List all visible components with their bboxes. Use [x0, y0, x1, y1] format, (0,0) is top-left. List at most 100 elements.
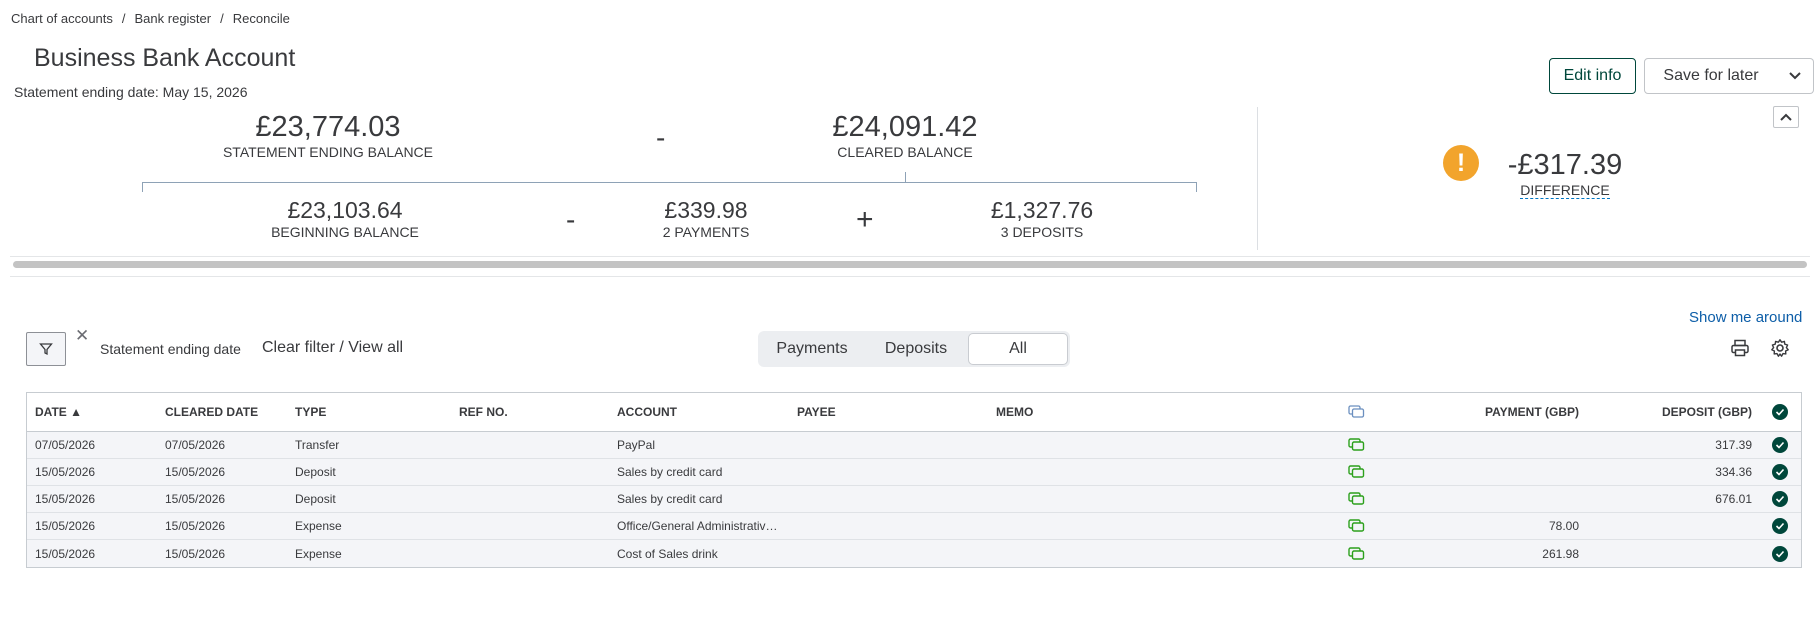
check-icon: [1771, 518, 1788, 534]
tab-all[interactable]: All: [968, 333, 1068, 365]
difference-label[interactable]: DIFFERENCE: [1520, 182, 1610, 199]
check-icon: [1771, 545, 1788, 562]
row-cleared-checkbox[interactable]: [1758, 491, 1801, 507]
row-cleared-date: 15/05/2026: [165, 465, 226, 479]
breadcrumb-chart-of-accounts[interactable]: Chart of accounts: [11, 11, 113, 26]
row-deposit: 676.01: [1715, 492, 1752, 506]
row-account: Sales by credit card: [617, 492, 723, 506]
column-header-cleared-date[interactable]: CLEARED DATE: [157, 405, 287, 419]
summary-bracket-left: [142, 182, 143, 192]
column-header-ref-no[interactable]: REF NO.: [451, 405, 609, 419]
gear-icon[interactable]: [1770, 338, 1790, 363]
row-cleared-date: 07/05/2026: [165, 438, 226, 452]
deposits-total-value: £1,327.76: [990, 197, 1094, 223]
row-cleared-checkbox[interactable]: [1758, 464, 1801, 480]
row-account: Cost of Sales drink: [617, 546, 718, 561]
clear-filter-link[interactable]: Clear filter / View all: [262, 339, 403, 357]
column-header-copy: [1325, 405, 1387, 419]
beginning-balance-value: £23,103.64: [287, 197, 403, 223]
row-account: PayPal: [617, 438, 656, 452]
filter-button[interactable]: [26, 332, 66, 366]
row-payment: 261.98: [1542, 546, 1579, 561]
statement-ending-balance-label: STATEMENT ENDING BALANCE: [222, 144, 434, 160]
page-title: Business Bank Account: [34, 44, 296, 72]
minus-operator: -: [566, 204, 576, 235]
column-header-account[interactable]: ACCOUNT: [609, 405, 789, 419]
transactions-table: DATE ▲ CLEARED DATE TYPE REF NO. ACCOUNT…: [26, 392, 1802, 568]
row-cleared-date: 15/05/2026: [165, 546, 226, 561]
summary-bracket-right: [1196, 182, 1197, 192]
breadcrumb: Chart of accounts / Bank register / Reconcil…: [11, 11, 290, 26]
copy-icon: [1347, 519, 1364, 532]
table-row[interactable]: 15/05/2026 15/05/2026 Deposit Sales by c…: [27, 486, 1801, 513]
copy-icon: [1347, 546, 1364, 560]
remove-filter-close-icon[interactable]: ✕: [75, 326, 89, 346]
row-open-transaction[interactable]: [1325, 492, 1387, 506]
collapse-summary-button[interactable]: [1773, 106, 1799, 128]
copy-icon: [1347, 438, 1364, 451]
column-header-payment[interactable]: PAYMENT (GBP): [1387, 405, 1585, 419]
row-date: 07/05/2026: [35, 438, 96, 452]
row-type: Expense: [295, 546, 342, 561]
horizontal-scrollbar[interactable]: [13, 261, 1807, 268]
column-header-type[interactable]: TYPE: [287, 405, 451, 419]
table-row[interactable]: 07/05/2026 07/05/2026 Transfer PayPal 31…: [27, 432, 1801, 459]
column-header-memo[interactable]: MEMO: [988, 405, 1325, 419]
column-header-select-all[interactable]: [1758, 404, 1801, 420]
copy-icon: [1347, 492, 1364, 505]
print-icon[interactable]: [1730, 338, 1750, 363]
check-icon: [1771, 437, 1788, 453]
edit-info-button[interactable]: Edit info: [1549, 58, 1636, 94]
breadcrumb-separator: /: [121, 11, 126, 26]
cleared-balance: £24,091.42 CLEARED BALANCE: [805, 110, 1005, 160]
deposits-total: £1,327.76 3 DEPOSITS: [972, 196, 1112, 240]
tab-deposits[interactable]: Deposits: [864, 333, 968, 365]
row-open-transaction[interactable]: [1325, 546, 1387, 561]
copy-icon: [1347, 465, 1364, 478]
row-date: 15/05/2026: [35, 492, 96, 506]
table-row[interactable]: 15/05/2026 15/05/2026 Deposit Sales by c…: [27, 459, 1801, 486]
cleared-balance-value: £24,091.42: [832, 111, 978, 143]
statement-ending-date: Statement ending date: May 15, 2026: [14, 84, 248, 100]
summary-bracket-center: [905, 172, 906, 182]
summary-bracket: [142, 182, 1197, 183]
summary-divider: [1257, 107, 1258, 250]
divider: [10, 276, 1810, 277]
row-open-transaction[interactable]: [1325, 465, 1387, 479]
table-row[interactable]: 15/05/2026 15/05/2026 Expense Cost of Sa…: [27, 540, 1801, 567]
column-header-date[interactable]: DATE ▲: [27, 405, 157, 419]
column-header-payee[interactable]: PAYEE: [789, 405, 988, 419]
filter-icon: [39, 343, 53, 356]
row-payment: 78.00: [1548, 519, 1579, 533]
row-cleared-checkbox[interactable]: [1758, 518, 1801, 534]
check-icon: [1771, 404, 1788, 420]
row-account: Office/General Administrativ…: [617, 519, 778, 533]
show-me-around-link[interactable]: Show me around: [1689, 309, 1802, 326]
breadcrumb-bank-register[interactable]: Bank register: [135, 11, 212, 26]
difference: -£317.39 DIFFERENCE: [1505, 148, 1625, 200]
plus-operator: +: [856, 203, 874, 236]
row-cleared-date: 15/05/2026: [165, 492, 226, 506]
row-type: Expense: [295, 519, 342, 533]
payments-total-label: 2 PAYMENTS: [662, 224, 750, 240]
tab-payments[interactable]: Payments: [760, 333, 864, 365]
row-cleared-checkbox[interactable]: [1758, 545, 1801, 562]
row-open-transaction[interactable]: [1325, 519, 1387, 533]
payments-total-value: £339.98: [664, 197, 748, 223]
beginning-balance-label: BEGINNING BALANCE: [271, 224, 419, 240]
row-cleared-date: 15/05/2026: [165, 519, 226, 533]
check-icon: [1771, 464, 1788, 480]
save-for-later-button[interactable]: Save for later: [1644, 58, 1778, 94]
row-open-transaction[interactable]: [1325, 438, 1387, 452]
column-header-deposit[interactable]: DEPOSIT (GBP): [1585, 405, 1758, 419]
table-row[interactable]: 15/05/2026 15/05/2026 Expense Office/Gen…: [27, 513, 1801, 540]
save-options-dropdown[interactable]: [1777, 58, 1814, 94]
statement-ending-balance-value: £23,774.03: [255, 111, 401, 143]
row-date: 15/05/2026: [35, 546, 96, 561]
chevron-down-icon: [1789, 72, 1801, 80]
row-cleared-checkbox[interactable]: [1758, 437, 1801, 453]
chevron-up-icon: [1780, 113, 1792, 121]
warning-icon: !: [1443, 145, 1479, 181]
row-type: Transfer: [295, 438, 340, 452]
row-deposit: 317.39: [1715, 438, 1752, 452]
